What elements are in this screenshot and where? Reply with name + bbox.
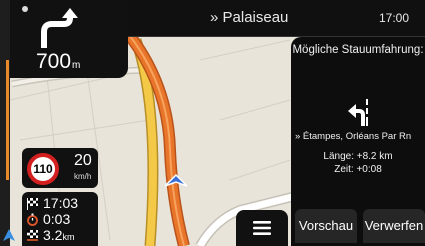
- top-bar: » Palaiseau 17:00: [90, 0, 425, 37]
- gps-status-icon: [22, 6, 28, 12]
- trip-info-panel[interactable]: 17:03 0:03 3.2km: [22, 192, 98, 246]
- remaining-time-row: 0:03: [26, 211, 70, 227]
- distance-flag-icon: [27, 229, 38, 241]
- turn-distance: 700m: [36, 50, 80, 74]
- next-street-label: » Palaiseau: [210, 9, 289, 26]
- turn-left-then-right-icon: [41, 8, 78, 48]
- arrival-time: 17:03: [43, 195, 79, 211]
- turn-distance-value: 700: [36, 50, 72, 73]
- preview-button[interactable]: Vorschau: [295, 209, 357, 243]
- detour-route-icon: [348, 99, 368, 126]
- navigation-screen: » Palaiseau 17:00 700m 110 20 km/h 17:03…: [0, 0, 425, 246]
- speed-limit-sign: 110: [27, 153, 59, 185]
- detour-panel: Mögliche Stauumfahrung: » Étampes, Orléa…: [291, 37, 425, 246]
- hamburger-menu-icon: [253, 221, 271, 235]
- checkered-flag-icon: [27, 197, 38, 210]
- detour-time: Zeit: +0:08: [334, 164, 382, 175]
- discard-button[interactable]: Verwerfen: [363, 209, 425, 243]
- speed-unit: km/h: [74, 172, 92, 181]
- detour-route-text: » Étampes, Orléans Par Rn: [295, 131, 412, 142]
- turn-instruction-panel[interactable]: 700m: [10, 0, 128, 78]
- menu-button[interactable]: [236, 210, 288, 246]
- detour-title: Mögliche Stauumfahrung:: [292, 44, 424, 56]
- detour-length: Länge: +8.2 km: [323, 151, 393, 162]
- remaining-time: 0:03: [43, 211, 71, 227]
- arrival-time-row: 17:03: [26, 195, 78, 211]
- remaining-distance-row: 3.2km: [26, 227, 74, 243]
- current-speed: 20: [74, 152, 92, 169]
- speed-widget[interactable]: 110 20 km/h: [22, 148, 98, 188]
- stopwatch-flag-icon: [27, 213, 38, 226]
- turn-distance-unit: m: [72, 60, 81, 71]
- clock: 17:00: [378, 11, 409, 25]
- remaining-distance-value: 3.2: [43, 227, 63, 243]
- location-arrow-icon: [3, 229, 15, 241]
- left-edge-strip: [0, 0, 10, 246]
- remaining-distance-unit: km: [62, 232, 75, 242]
